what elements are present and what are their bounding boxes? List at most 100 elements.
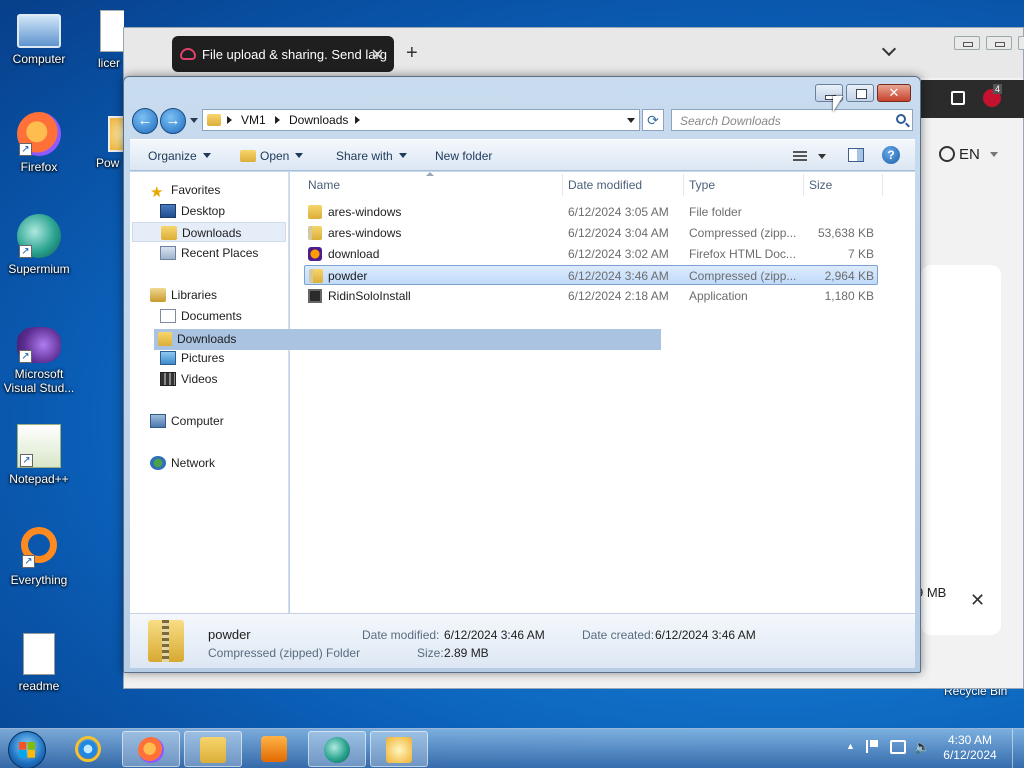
address-bar[interactable]: VM1 Downloads — [202, 109, 640, 131]
nav-label: Downloads — [182, 226, 242, 240]
volume-muted-icon[interactable]: 🔈 — [914, 739, 930, 755]
network-tray-icon[interactable] — [890, 740, 906, 754]
share-with-button[interactable]: Share with — [336, 149, 407, 163]
browser-close-button[interactable] — [1018, 36, 1024, 50]
nav-label: Documents — [181, 309, 242, 323]
maximize-button[interactable] — [846, 84, 874, 102]
shortcut-arrow-icon: ↗ — [19, 245, 32, 258]
desktop-icon-label: Notepad++ — [9, 472, 69, 486]
nav-label: Favorites — [171, 183, 221, 197]
column-divider[interactable] — [683, 174, 684, 196]
application-icon — [308, 289, 322, 303]
chevron-down-icon[interactable] — [818, 154, 826, 159]
recent-pages-dropdown[interactable] — [190, 118, 198, 123]
language-selector[interactable]: EN — [939, 146, 999, 163]
desktop-icon-supermium[interactable]: ↗ Supermium — [1, 214, 77, 276]
nav-libraries[interactable]: Libraries — [150, 285, 217, 305]
nav-desktop[interactable]: Desktop — [160, 201, 225, 221]
open-button[interactable]: Open — [240, 149, 304, 163]
firefox-icon — [138, 737, 164, 763]
address-dropdown-icon[interactable] — [627, 118, 635, 123]
breadcrumb-vm1[interactable]: VM1 — [241, 113, 266, 127]
clock[interactable]: 4:30 AM 6/12/2024 — [930, 733, 1010, 763]
nav-favorites[interactable]: ★ Favorites — [150, 180, 220, 200]
refresh-button[interactable]: ⟳ — [642, 109, 664, 131]
show-desktop-button[interactable] — [1012, 729, 1024, 768]
nav-network[interactable]: Network — [150, 453, 215, 473]
file-date: 6/12/2024 3:46 AM — [568, 269, 669, 283]
nav-pictures[interactable]: Pictures — [160, 348, 224, 368]
close-button[interactable]: ✕ — [877, 84, 911, 102]
chevron-down-icon — [990, 152, 999, 157]
taskbar-ie[interactable] — [60, 731, 118, 767]
desktop-icon-notepadpp[interactable]: ↗ Notepad++ — [1, 424, 77, 486]
taskbar-image-viewer[interactable] — [370, 731, 428, 767]
desktop-icon-everything[interactable]: ↗ Everything — [1, 527, 77, 587]
nav-documents[interactable]: Documents — [160, 306, 242, 326]
desktop-icon-firefox[interactable]: ↗ Firefox — [1, 112, 77, 174]
notification-close-button[interactable]: ✕ — [970, 590, 985, 611]
file-type: Firefox HTML Doc... — [689, 247, 796, 261]
desktop-icon-powder[interactable]: Pow — [80, 112, 124, 170]
column-divider[interactable] — [803, 174, 804, 196]
chevron-down-icon — [398, 153, 407, 158]
breadcrumb-arrow-icon[interactable] — [355, 116, 360, 124]
file-row-selected[interactable]: powder 6/12/2024 3:46 AM Compressed (zip… — [304, 265, 878, 285]
search-icon[interactable] — [896, 114, 906, 124]
documents-icon — [160, 309, 176, 323]
new-tab-button[interactable]: + — [406, 42, 418, 65]
file-size: 53,638 KB — [817, 226, 874, 240]
nav-videos[interactable]: Videos — [160, 369, 217, 389]
mouse-cursor-icon — [833, 96, 843, 112]
file-row[interactable]: ares-windows 6/12/2024 3:04 AM Compresse… — [304, 223, 878, 243]
column-name[interactable]: Name — [308, 178, 340, 192]
column-divider[interactable] — [882, 174, 883, 196]
tab-search-chevron-icon[interactable] — [881, 41, 897, 57]
nav-recent-places[interactable]: Recent Places — [160, 243, 258, 263]
column-type[interactable]: Type — [689, 178, 715, 192]
document-icon — [100, 10, 124, 52]
explorer-window: ✕ ← → VM1 Downloads ⟳ Search Downloads O… — [123, 76, 921, 673]
column-size[interactable]: Size — [809, 178, 832, 192]
breadcrumb-arrow-icon[interactable] — [227, 116, 232, 124]
action-center-flag-icon[interactable] — [866, 740, 878, 753]
start-button[interactable] — [8, 731, 46, 768]
file-name: download — [328, 247, 380, 261]
taskbar-firefox[interactable] — [122, 731, 180, 767]
file-row[interactable]: download 6/12/2024 3:02 AM Firefox HTML … — [304, 244, 878, 264]
help-button[interactable]: ? — [882, 146, 900, 164]
nav-computer[interactable]: Computer — [150, 411, 224, 431]
forward-button[interactable]: → — [160, 108, 186, 134]
organize-button[interactable]: Organize — [148, 149, 211, 163]
browser-restore-button[interactable] — [986, 36, 1012, 50]
preview-pane-icon[interactable] — [848, 148, 864, 162]
taskbar-media-player[interactable] — [246, 731, 304, 767]
column-divider[interactable] — [562, 174, 563, 196]
desktop-icon-license[interactable]: licer — [78, 10, 124, 70]
back-button[interactable]: ← — [132, 108, 158, 134]
file-row[interactable]: ares-windows 6/12/2024 3:05 AM File fold… — [304, 202, 878, 222]
tab-close-button[interactable]: ✕ — [371, 45, 384, 65]
browser-minimize-button[interactable] — [954, 36, 980, 50]
file-row[interactable]: RidinSoloInstall 6/12/2024 2:18 AM Appli… — [304, 286, 878, 306]
view-options-icon[interactable] — [793, 151, 807, 161]
file-date: 6/12/2024 3:04 AM — [568, 226, 669, 240]
supermium-icon — [324, 737, 350, 763]
search-input[interactable]: Search Downloads — [671, 109, 913, 131]
extensions-icon[interactable] — [951, 91, 965, 105]
show-hidden-icons-button[interactable]: ▲ — [846, 741, 855, 751]
new-folder-button[interactable]: New folder — [435, 149, 492, 163]
taskbar-supermium[interactable] — [308, 731, 366, 767]
desktop-icon-visual-studio[interactable]: ↗ Microsoft Visual Stud... — [1, 327, 77, 395]
open-label: Open — [260, 149, 290, 163]
browser-tab[interactable]: File upload & sharing. Send larg ✕ — [172, 36, 394, 72]
media-player-icon — [261, 736, 287, 762]
breadcrumb-downloads[interactable]: Downloads — [289, 113, 348, 127]
taskbar-explorer[interactable] — [184, 731, 242, 767]
computer-icon — [150, 414, 166, 428]
breadcrumb-arrow-icon[interactable] — [275, 116, 280, 124]
column-date-modified[interactable]: Date modified — [568, 178, 642, 192]
desktop-icon-readme[interactable]: readme — [1, 633, 77, 693]
nav-downloads[interactable]: Downloads — [132, 222, 286, 242]
desktop-icon-computer[interactable]: Computer — [1, 10, 77, 66]
